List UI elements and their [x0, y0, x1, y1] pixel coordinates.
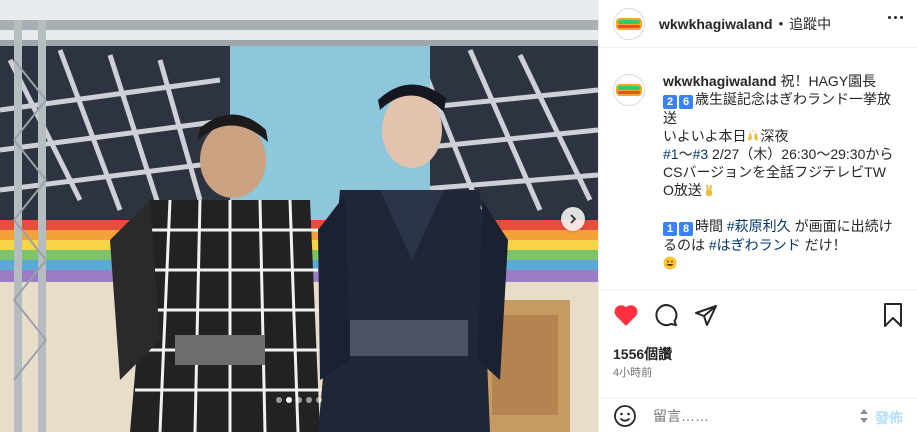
caption-text: CSバージョンを全話フジテレビTWO放送 [663, 164, 886, 198]
bookmark-icon[interactable] [881, 302, 905, 328]
caption-text: 歳生誕記念はぎわランド一挙放送 [663, 91, 891, 126]
chevron-right-icon [570, 214, 577, 224]
like-button[interactable] [613, 302, 639, 328]
caption-text: だけ！ [800, 237, 847, 253]
avatar[interactable] [613, 7, 645, 40]
caption-text: いよいよ本日 [663, 128, 747, 144]
caption-text: 祝！HAGY園長 [776, 73, 877, 89]
share-button[interactable] [693, 302, 719, 328]
paper-plane-icon [695, 304, 717, 326]
hashtag-link[interactable]: #はぎわランド [709, 237, 801, 253]
header-separator: • [778, 16, 784, 31]
more-options-icon[interactable] [888, 16, 903, 19]
post-header: wkwkhagiwaland • 追蹤中 [599, 0, 917, 48]
resize-updown-icon[interactable] [859, 408, 869, 424]
post-comment-button[interactable]: 發佈 [875, 408, 903, 428]
keycap-badge: 6 [679, 95, 693, 109]
carousel-next-button[interactable] [561, 207, 585, 231]
caption-username[interactable]: wkwkhagiwaland [663, 73, 777, 89]
carousel-dot [276, 397, 282, 403]
instagram-post-view: wkwkhagiwaland • 追蹤中 wkwkhagiwaland 祝！HA… [0, 0, 917, 432]
post-photo[interactable] [0, 0, 598, 432]
post-side-panel: wkwkhagiwaland • 追蹤中 wkwkhagiwaland 祝！HA… [598, 0, 917, 432]
carousel-dots [0, 397, 598, 403]
post-timestamp[interactable]: 4小時前 [613, 364, 652, 380]
brand-logo-icon [616, 84, 642, 96]
carousel-dot [316, 397, 322, 403]
photo-scene [0, 0, 598, 432]
emoji-smiley-icon[interactable] [613, 404, 637, 428]
post-actions-bar [599, 289, 917, 339]
grinning-face-emoji-icon [663, 256, 677, 270]
post-caption: wkwkhagiwaland 祝！HAGY園長 2 6 歳生誕記念はぎわランド一挙放… [663, 72, 895, 288]
comment-button[interactable] [653, 302, 679, 328]
hashtag-link[interactable]: #萩原利久 [727, 218, 791, 234]
keycap-badge: 2 [663, 95, 677, 109]
victory-hand-emoji-icon [705, 184, 712, 196]
comment-bar: 發佈 [599, 398, 917, 432]
following-button[interactable]: 追蹤中 [789, 14, 831, 34]
caption-text: ～ [678, 146, 693, 162]
hashtag-link[interactable]: #3 [693, 146, 709, 162]
keycap-badge: 8 [679, 222, 693, 236]
carousel-dot [306, 397, 312, 403]
comment-bubble-icon [655, 303, 678, 326]
carousel-dot-active [286, 397, 292, 403]
caption-text: 深夜 [760, 128, 789, 144]
keycap-badge: 1 [663, 222, 677, 236]
raised-hands-emoji-icon [748, 130, 759, 141]
caption-avatar[interactable] [613, 74, 645, 106]
header-username[interactable]: wkwkhagiwaland [659, 16, 773, 32]
caption-text: 時間 [695, 218, 727, 234]
carousel-dot [296, 397, 302, 403]
comment-input[interactable] [653, 407, 843, 424]
caption-text: 2/27（木）26:30～29:30から [708, 146, 894, 162]
brand-logo-icon [616, 17, 642, 30]
caption-area: wkwkhagiwaland 祝！HAGY園長 2 6 歳生誕記念はぎわランド一挙放… [599, 60, 917, 288]
hashtag-link[interactable]: #1 [663, 146, 679, 162]
heart-filled-icon [614, 304, 638, 326]
like-count[interactable]: 1556個讚 [613, 344, 672, 364]
